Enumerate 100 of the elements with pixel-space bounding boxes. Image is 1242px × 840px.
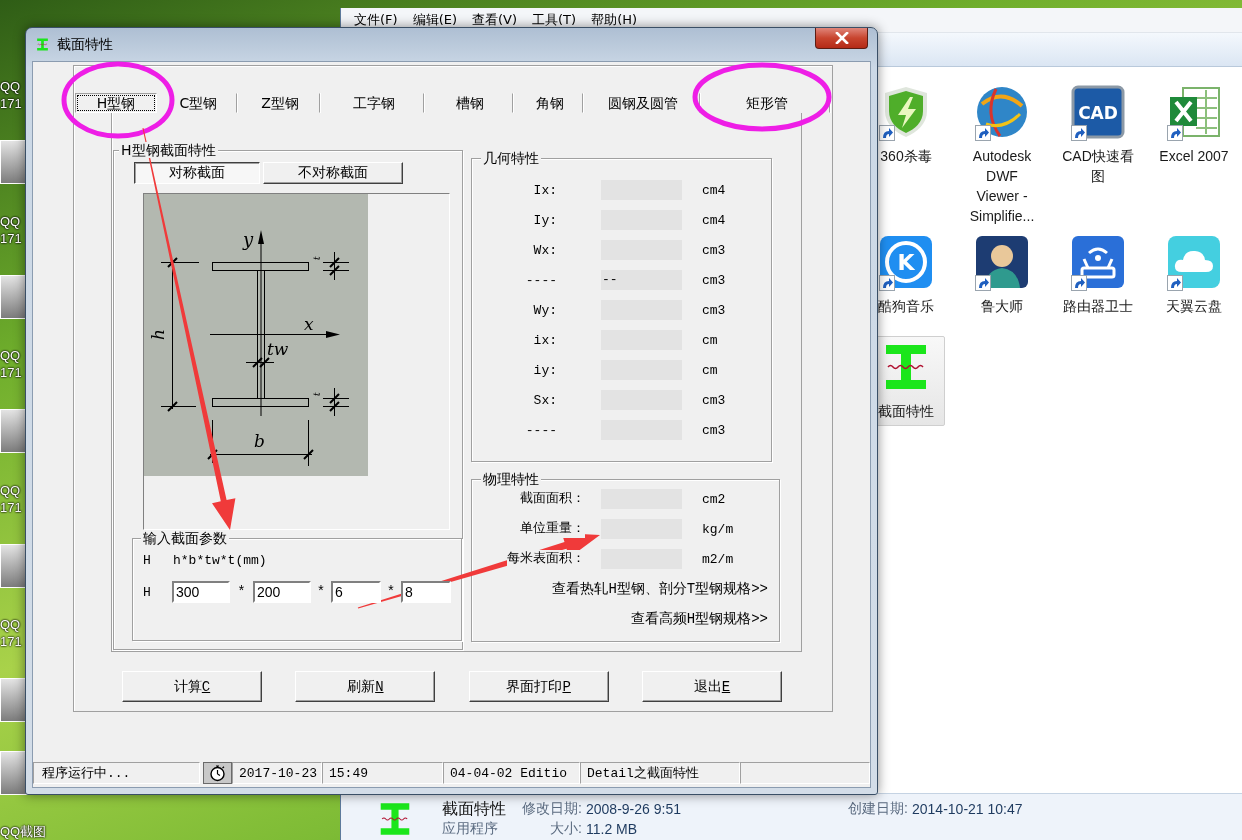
- unit-label: cm: [702, 332, 718, 348]
- input-field[interactable]: 300: [172, 581, 230, 603]
- file-type: 应用程序: [442, 820, 499, 838]
- unit-label: cm4: [702, 212, 726, 228]
- desktop-icon-label: QQ: [0, 347, 21, 365]
- desktop-icon-label: QQ: [0, 78, 21, 95]
- refresh-button[interactable]: 刷新N: [295, 671, 436, 702]
- flange-thickness-dimension: [322, 387, 350, 417]
- axis-label: y: [243, 229, 254, 250]
- cad-tile-icon: CAD: [1070, 84, 1126, 140]
- menu-item[interactable]: 工具(T): [532, 11, 577, 29]
- figure-tile-icon: [974, 234, 1030, 290]
- desktop-icon-label: 171: [0, 229, 22, 247]
- formula-text: h*b*tw*t(mm): [173, 552, 267, 568]
- group-title: 几何特性: [481, 150, 541, 166]
- close-button[interactable]: [815, 28, 868, 49]
- desktop-shortcut[interactable]: Autodesk DWF Viewer - Simplifie...: [963, 81, 1041, 231]
- status-text: 程序运行中...: [33, 762, 200, 784]
- file-name: 截面特性: [442, 798, 507, 819]
- unit-label: cm3: [702, 422, 726, 438]
- separator-text: *: [315, 584, 327, 600]
- desktop-shortcut[interactable]: 路由器卫士: [1059, 231, 1137, 321]
- unit-label: kg/m: [702, 521, 734, 537]
- separator-text: *: [236, 584, 247, 600]
- status-text: 04-04-02 Editio: [443, 762, 580, 784]
- spec-link[interactable]: 查看高频H型钢规格>>: [630, 610, 768, 628]
- desktop-icon-label: 171: [0, 633, 22, 651]
- detail-label: 修改日期:: [521, 800, 582, 818]
- property-label: Ix:: [532, 182, 557, 198]
- status-text: 2017-10-23: [232, 762, 322, 784]
- input-field[interactable]: 8: [401, 581, 451, 603]
- unit-label: m2/m: [702, 551, 734, 567]
- group-title: 输入截面参数: [141, 530, 229, 546]
- exit-button[interactable]: 退出 E: [642, 671, 782, 702]
- flange-thickness-dimension: [322, 251, 350, 281]
- menu-item[interactable]: 编辑(E): [412, 11, 457, 29]
- menu-item[interactable]: 查看(V): [472, 11, 518, 29]
- unit-label: cm3: [702, 272, 726, 288]
- letter-k-tile-icon: K: [878, 234, 934, 290]
- desktop-shortcut[interactable]: CAD CAD快速看图: [1059, 81, 1137, 191]
- section-type-toggle[interactable]: 对称截面: [134, 162, 260, 184]
- calculate-button[interactable]: 计算C: [122, 671, 262, 702]
- separator-text: *: [385, 584, 397, 600]
- section-type-toggle[interactable]: 不对称截面: [263, 162, 403, 184]
- axis-label: x: [304, 314, 314, 334]
- field-label: H: [143, 552, 152, 568]
- property-label: ----: [524, 272, 557, 288]
- desktop-icon-label: QQ: [0, 481, 21, 499]
- menu-item[interactable]: 文件(F): [354, 11, 398, 29]
- ibeam-icon: [35, 36, 50, 53]
- tab[interactable]: H型钢: [75, 93, 157, 113]
- detail-label: 创建日期:: [847, 800, 908, 818]
- property-label: Wx:: [532, 242, 557, 258]
- dimension-label: tw: [267, 339, 289, 359]
- web-thickness-dimension: [245, 357, 275, 368]
- detail-value: 2014-10-21 10:47: [911, 801, 1023, 817]
- property-label: 单位重量：: [520, 520, 585, 538]
- photo-placeholder: [0, 750, 28, 795]
- photo-placeholder: [0, 678, 28, 723]
- menu-item[interactable]: 帮助(H): [591, 11, 638, 29]
- desktop-shortcut[interactable]: Excel 2007: [1155, 81, 1233, 171]
- desktop-shortcut[interactable]: 天翼云盘: [1155, 231, 1233, 321]
- property-label: Sx:: [532, 392, 557, 408]
- window-title: 截面特性: [57, 35, 113, 54]
- status-text: 15:49: [322, 762, 443, 784]
- desktop-shortcut[interactable]: K 酷狗音乐: [867, 231, 945, 321]
- desktop-shortcut[interactable]: 360杀毒: [867, 81, 945, 171]
- detail-value: 2008-9-26 9:51: [585, 801, 682, 817]
- unit-label: cm3: [702, 242, 726, 258]
- spec-link[interactable]: 查看热轧H型钢、剖分T型钢规格>>: [552, 580, 768, 598]
- unit-label: cm3: [702, 392, 726, 408]
- close-icon: [834, 32, 849, 44]
- desktop-shortcut[interactable]: 鲁大师: [963, 231, 1041, 321]
- unit-label: cm2: [702, 491, 726, 507]
- property-label: Wy:: [532, 302, 557, 318]
- input-field[interactable]: 6: [331, 581, 381, 603]
- cloud-icon: [1166, 234, 1222, 290]
- input-field[interactable]: 200: [253, 581, 311, 603]
- desktop-icon-label: 171: [0, 95, 22, 112]
- print-button[interactable]: 界面打印P: [468, 671, 609, 702]
- dimension-label: h: [148, 329, 168, 340]
- stopwatch-icon: [203, 762, 232, 784]
- desktop-icon-label: QQ: [0, 616, 21, 634]
- desktop-icon-label: QQ: [0, 212, 21, 230]
- unit-label: cm3: [702, 302, 726, 318]
- detail-value: 11.2 MB: [585, 821, 639, 837]
- desktop-icon-label: 171: [0, 498, 22, 516]
- property-label: Iy:: [532, 212, 557, 228]
- dimension-label: t: [312, 392, 322, 396]
- photo-placeholder: [0, 140, 28, 185]
- photo-placeholder: [0, 274, 28, 319]
- result-field: --: [601, 270, 682, 290]
- photo-placeholder: [0, 543, 28, 588]
- router-icon: [1070, 234, 1126, 290]
- dimension-label: b: [254, 431, 265, 451]
- property-label: iy:: [532, 362, 557, 378]
- status-text: Detail之截面特性: [580, 762, 740, 784]
- unit-label: cm4: [702, 182, 726, 198]
- field-label: H: [143, 584, 152, 600]
- unit-label: cm: [702, 362, 718, 378]
